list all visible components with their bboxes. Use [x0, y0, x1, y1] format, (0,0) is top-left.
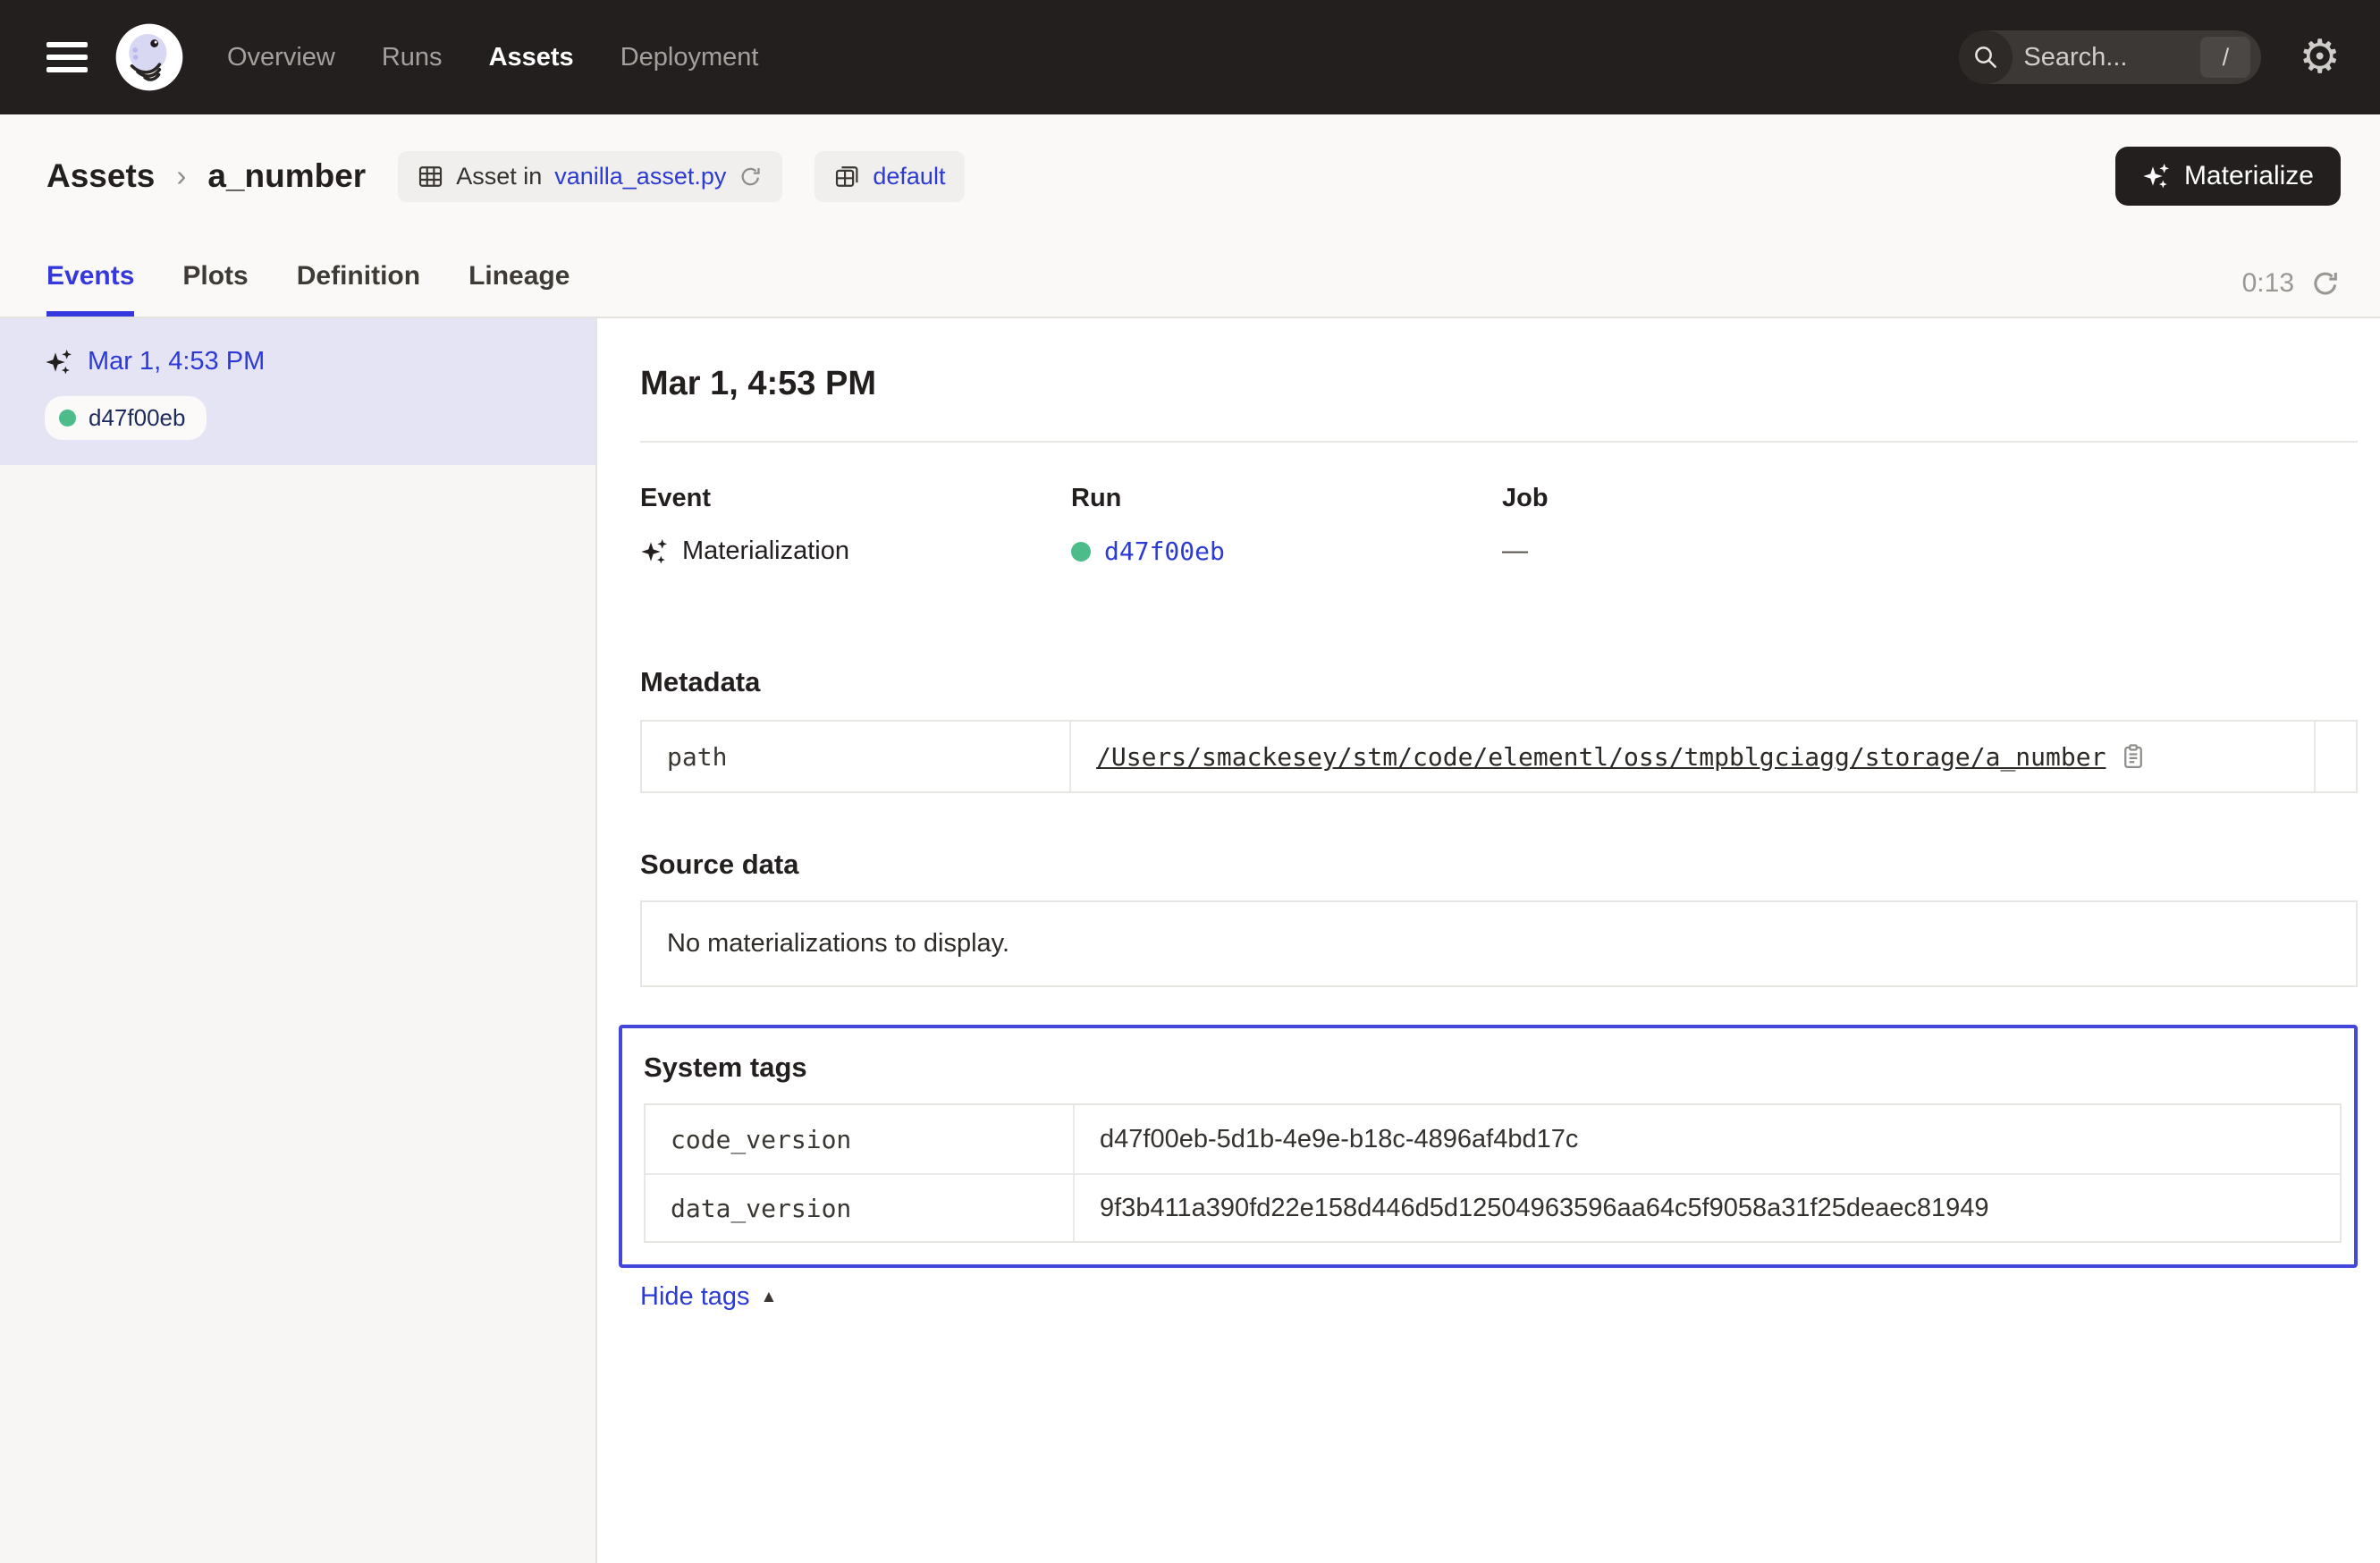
metadata-table: path /Users/smackesey/stm/code/elementl/… [640, 720, 2358, 793]
job-value: — [1502, 536, 1528, 566]
event-detail-title: Mar 1, 4:53 PM [640, 365, 2358, 403]
run-id-link[interactable]: d47f00eb [1104, 536, 1225, 566]
run-badge[interactable]: d47f00eb [45, 396, 207, 440]
search-shortcut-key: / [2200, 37, 2250, 78]
table-row: path /Users/smackesey/stm/code/elementl/… [642, 722, 2356, 791]
search-input[interactable] [2021, 42, 2165, 73]
event-timestamp: Mar 1, 4:53 PM [88, 347, 265, 376]
refresh-countdown: 0:13 [2242, 268, 2294, 299]
run-badge-id: d47f00eb [89, 404, 185, 432]
asset-header: Assets › a_number Asset in vanilla_asset… [0, 114, 2380, 318]
breadcrumb: Assets › a_number Asset in vanilla_asset… [0, 147, 2380, 206]
metadata-section: Metadata path /Users/smackesey/stm/code/… [640, 666, 2358, 793]
table-row: code_version d47f00eb-5d1b-4e9e-b18c-489… [646, 1105, 2340, 1173]
primary-nav: Overview Runs Assets Deployment [227, 43, 758, 72]
top-nav: Overview Runs Assets Deployment / ⚙ [0, 0, 2380, 114]
tab-definition[interactable]: Definition [297, 261, 420, 317]
nav-item-deployment[interactable]: Deployment [620, 43, 759, 72]
system-tags-heading: System tags [644, 1052, 2342, 1084]
table-end-cell [2314, 722, 2356, 791]
event-detail-panel: Mar 1, 4:53 PM Event Materialization Run [597, 318, 2380, 1563]
metadata-heading: Metadata [640, 666, 2358, 698]
event-column-label: Event [640, 484, 1071, 513]
event-type-value: Materialization [682, 536, 849, 566]
table-grid-icon [418, 164, 443, 190]
caret-up-icon: ▲ [761, 1288, 778, 1307]
asset-location-badge[interactable]: Asset in vanilla_asset.py [398, 151, 782, 202]
run-status-dot [1071, 542, 1091, 562]
divider [640, 441, 2358, 443]
repo-grid-icon [834, 164, 860, 190]
table-row: data_version 9f3b411a390fd22e158d446d5d1… [646, 1173, 2340, 1241]
event-summary: Event Materialization Run d47f00eb [640, 484, 2358, 566]
hide-tags-link[interactable]: Hide tags ▲ [640, 1282, 777, 1312]
reload-icon[interactable] [738, 165, 763, 189]
system-tag-key: code_version [646, 1105, 1075, 1173]
system-tags-section: System tags code_version d47f00eb-5d1b-4… [619, 1025, 2358, 1268]
tab-events[interactable]: Events [46, 261, 134, 317]
event-list-item[interactable]: Mar 1, 4:53 PM d47f00eb [0, 318, 595, 465]
system-tag-value: 9f3b411a390fd22e158d446d5d12504963596aa6… [1100, 1194, 1989, 1223]
materialization-sparkle-icon [640, 537, 669, 566]
asset-tabs: Events Plots Definition Lineage 0:13 [0, 261, 2380, 317]
hide-tags-label: Hide tags [640, 1282, 750, 1312]
tab-lineage[interactable]: Lineage [468, 261, 570, 317]
event-list-sidebar: Mar 1, 4:53 PM d47f00eb [0, 318, 597, 1563]
system-tag-value: d47f00eb-5d1b-4e9e-b18c-4896af4bd17c [1100, 1125, 1578, 1154]
nav-item-overview[interactable]: Overview [227, 43, 335, 72]
nav-item-runs[interactable]: Runs [382, 43, 443, 72]
path-link[interactable]: /Users/smackesey/stm/code/elementl/oss/t… [1096, 742, 2106, 772]
source-data-heading: Source data [640, 849, 2358, 881]
tab-plots[interactable]: Plots [182, 261, 248, 317]
breadcrumb-assets-link[interactable]: Assets [46, 157, 155, 195]
global-search[interactable]: / [1959, 30, 2261, 84]
asset-location-prefix: Asset in [456, 163, 542, 190]
copy-clipboard-icon[interactable] [2120, 743, 2147, 770]
search-icon [1959, 30, 2013, 84]
refresh-icon[interactable] [2310, 268, 2341, 299]
code-location-badge[interactable]: default [814, 151, 965, 202]
metadata-key: path [642, 722, 1071, 791]
system-tag-key: data_version [646, 1175, 1075, 1241]
run-status-dot [59, 410, 76, 427]
source-data-empty-message: No materializations to display. [640, 900, 2358, 987]
run-column-label: Run [1071, 484, 1502, 513]
materialize-button-label: Materialize [2184, 161, 2314, 191]
materialize-button[interactable]: Materialize [2115, 147, 2341, 206]
source-data-section: Source data No materializations to displ… [640, 849, 2358, 987]
materialization-sparkle-icon [45, 348, 73, 376]
sparkle-icon [2142, 162, 2171, 190]
nav-item-assets[interactable]: Assets [489, 43, 574, 72]
page-title: a_number [207, 157, 366, 195]
system-tags-table: code_version d47f00eb-5d1b-4e9e-b18c-489… [644, 1103, 2342, 1243]
code-location-link[interactable]: default [873, 163, 945, 190]
job-column-label: Job [1502, 484, 1933, 513]
menu-icon[interactable] [46, 42, 88, 72]
asset-file-link[interactable]: vanilla_asset.py [554, 163, 726, 190]
gear-icon[interactable]: ⚙ [2299, 34, 2341, 80]
dagster-logo-icon[interactable] [114, 22, 184, 92]
chevron-right-icon: › [176, 159, 186, 193]
